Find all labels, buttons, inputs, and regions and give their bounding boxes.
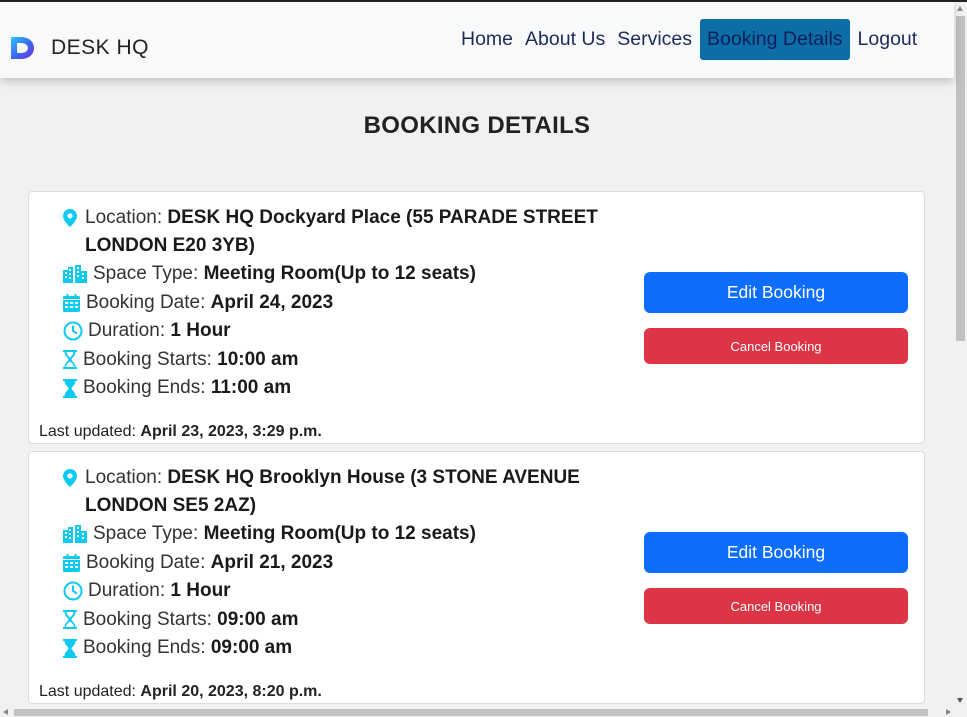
duration-value: 1 Hour — [170, 580, 231, 601]
booking-date-row: Booking Date: April 24, 2023 — [63, 289, 623, 318]
calendar-icon — [63, 289, 86, 317]
horizontal-scroll-thumb[interactable] — [14, 709, 928, 716]
last-updated-label: Last updated: — [39, 683, 136, 700]
booking-date-value: April 21, 2023 — [210, 551, 334, 573]
cancel-booking-button[interactable]: Cancel Booking — [644, 328, 908, 364]
nav-home[interactable]: Home — [455, 20, 519, 59]
booking-ends-label: Booking Ends: — [83, 637, 206, 658]
desk-hq-logo-icon — [11, 37, 34, 59]
space-type-label: Space Type: — [93, 523, 199, 544]
space-type-value: Meeting Room(Up to 12 seats) — [203, 523, 476, 544]
last-updated: Last updated: April 23, 2023, 3:29 p.m. — [39, 423, 322, 441]
space-type-row: Space Type: Meeting Room(Up to 12 seats) — [63, 260, 623, 289]
booking-details: Location: DESK HQ Dockyard Place (55 PAR… — [63, 204, 623, 403]
booking-date-value: April 24, 2023 — [210, 291, 334, 313]
duration-value: 1 Hour — [170, 320, 231, 341]
brand-name: DESK HQ — [51, 36, 150, 59]
nav-services[interactable]: Services — [611, 20, 698, 59]
duration-row: Duration: 1 Hour — [63, 317, 623, 346]
booking-starts-label: Booking Starts: — [83, 348, 212, 370]
brand[interactable]: DESK HQ — [8, 34, 149, 62]
hourglass-end-icon — [63, 374, 83, 402]
location-row: Location: DESK HQ Dockyard Place (55 PAR… — [63, 204, 623, 260]
booking-date-label: Booking Date: — [86, 551, 206, 573]
clock-icon — [63, 577, 88, 605]
buildings-icon — [63, 520, 93, 548]
vertical-scrollbar[interactable] — [954, 2, 967, 707]
buildings-icon — [63, 260, 93, 288]
duration-row: Duration: 1 Hour — [63, 577, 623, 606]
booking-card: Location: DESK HQ Brooklyn House (3 STON… — [28, 451, 925, 704]
location-value: DESK HQ Dockyard Place (55 PARADE STREET… — [85, 207, 598, 256]
hourglass-start-icon — [63, 346, 83, 374]
last-updated-value: April 20, 2023, 8:20 p.m. — [140, 683, 322, 700]
nav-links: Home About Us Services Booking Details L… — [455, 19, 923, 60]
vertical-scroll-thumb[interactable] — [956, 16, 965, 341]
calendar-icon — [63, 549, 86, 577]
last-updated-value: April 23, 2023, 3:29 p.m. — [140, 423, 322, 440]
booking-starts-label: Booking Starts: — [83, 608, 212, 630]
booking-starts-row: Booking Starts: 10:00 am — [63, 346, 623, 375]
horizontal-scrollbar[interactable] — [0, 707, 967, 717]
last-updated: Last updated: April 20, 2023, 8:20 p.m. — [39, 683, 322, 701]
scroll-right-arrow-icon[interactable] — [946, 709, 951, 715]
scroll-left-arrow-icon[interactable] — [3, 709, 8, 715]
nav-logout[interactable]: Logout — [852, 20, 924, 59]
clock-icon — [63, 317, 88, 345]
booking-card: Location: DESK HQ Dockyard Place (55 PAR… — [28, 191, 925, 444]
space-type-row: Space Type: Meeting Room(Up to 12 seats) — [63, 520, 623, 549]
edit-booking-button[interactable]: Edit Booking — [644, 272, 908, 313]
booking-ends-row: Booking Ends: 09:00 am — [63, 634, 623, 663]
last-updated-label: Last updated: — [39, 423, 136, 440]
booking-date-label: Booking Date: — [86, 291, 206, 313]
navbar: DESK HQ Home About Us Services Booking D… — [0, 2, 954, 78]
hourglass-start-icon — [63, 606, 83, 634]
booking-starts-value: 10:00 am — [217, 348, 299, 370]
duration-label: Duration: — [88, 580, 166, 601]
location-row: Location: DESK HQ Brooklyn House (3 STON… — [63, 464, 623, 520]
location-label: Location: — [85, 467, 163, 488]
cancel-booking-button[interactable]: Cancel Booking — [644, 588, 908, 624]
page-title: BOOKING DETAILS — [363, 112, 591, 139]
booking-ends-label: Booking Ends: — [83, 377, 206, 398]
space-type-label: Space Type: — [93, 263, 199, 284]
map-pin-icon — [63, 464, 85, 492]
booking-ends-row: Booking Ends: 11:00 am — [63, 374, 623, 403]
space-type-value: Meeting Room(Up to 12 seats) — [203, 263, 476, 284]
booking-date-row: Booking Date: April 21, 2023 — [63, 549, 623, 578]
booking-starts-value: 09:00 am — [217, 608, 299, 630]
booking-ends-value: 09:00 am — [210, 637, 293, 658]
map-pin-icon — [63, 204, 85, 232]
location-label: Location: — [85, 207, 163, 228]
nav-booking-details[interactable]: Booking Details — [700, 19, 850, 60]
scroll-down-arrow-icon[interactable] — [957, 698, 963, 703]
nav-about-us[interactable]: About Us — [519, 20, 611, 59]
hourglass-end-icon — [63, 634, 83, 662]
scroll-up-arrow-icon[interactable] — [957, 6, 963, 11]
edit-booking-button[interactable]: Edit Booking — [644, 532, 908, 573]
booking-ends-value: 11:00 am — [210, 377, 292, 398]
duration-label: Duration: — [88, 320, 166, 341]
booking-starts-row: Booking Starts: 09:00 am — [63, 606, 623, 635]
booking-details: Location: DESK HQ Brooklyn House (3 STON… — [63, 464, 623, 663]
